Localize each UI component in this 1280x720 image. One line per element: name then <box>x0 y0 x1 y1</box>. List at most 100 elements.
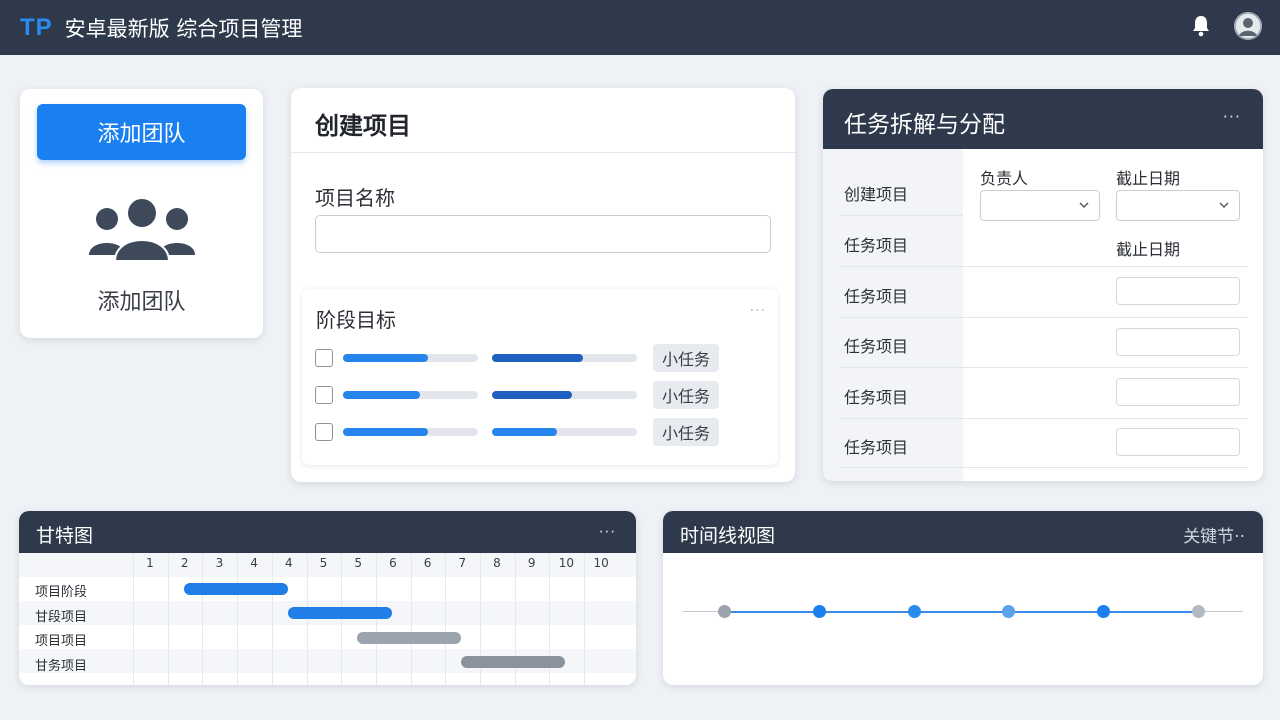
gantt-task-label: 甘务项目 <box>35 659 88 674</box>
timeline-progress-line <box>725 611 1199 613</box>
gantt-bar[interactable] <box>287 607 392 619</box>
gantt-grid-line <box>271 553 273 685</box>
gantt-bar[interactable] <box>183 583 288 595</box>
gantt-task-label: 项目项目 <box>35 634 88 649</box>
task-row-label: 任务项目 <box>844 236 909 255</box>
project-name-input[interactable] <box>315 215 771 253</box>
gantt-grid-line <box>133 553 134 685</box>
row-divider <box>841 317 1248 318</box>
user-avatar-icon[interactable] <box>1234 12 1262 40</box>
stage-checkbox[interactable] <box>315 386 333 404</box>
team-card: 添加团队 添加团队 <box>20 89 263 338</box>
progress-track <box>492 391 637 399</box>
team-icon <box>87 197 197 263</box>
timeline-node[interactable] <box>1097 605 1111 618</box>
gantt-grid-line <box>341 553 343 685</box>
progress-fill <box>343 428 429 436</box>
stage-checkbox[interactable] <box>315 423 333 441</box>
progress-track <box>343 428 478 436</box>
team-label: 添加团队 <box>97 290 186 315</box>
gantt-day-label: 7 <box>458 556 467 570</box>
gantt-day-label: 4 <box>250 556 258 570</box>
timeline-header: 时间线视图 关键节·· <box>663 511 1263 553</box>
divider <box>291 152 795 153</box>
progress-track <box>492 354 637 362</box>
owner-column-header: 负责人 <box>980 169 1029 188</box>
app-title: 安卓最新版 综合项目管理 <box>64 16 303 41</box>
task-assignment-card: 任务拆解与分配 ··· 负责人 截止日期 截止日期 创建项目 任务项目 任务项目… <box>823 89 1263 481</box>
more-icon[interactable]: ··· <box>599 523 616 541</box>
gantt-row-bg <box>19 577 636 601</box>
task-row-label: 任务项目 <box>844 388 909 407</box>
progress-fill <box>492 428 558 436</box>
progress-fill <box>343 354 429 362</box>
task-assignment-header: 任务拆解与分配 ··· <box>823 89 1263 149</box>
gantt-task-label: 项目阶段 <box>35 585 88 600</box>
row-divider <box>841 418 1248 419</box>
row-divider <box>841 367 1248 368</box>
gantt-grid-line <box>584 553 586 685</box>
chevron-down-icon <box>1219 202 1229 209</box>
timeline-node[interactable] <box>718 605 731 618</box>
project-name-label: 项目名称 <box>315 186 395 210</box>
timeline-node[interactable] <box>812 605 826 618</box>
progress-track <box>492 428 637 436</box>
gantt-day-label: 3 <box>215 556 224 570</box>
timeline-node[interactable] <box>907 605 921 618</box>
key-nodes-link[interactable]: 关键节·· <box>1183 522 1245 547</box>
gantt-card: 甘特图 ··· 1 2 3 4 4 5 5 6 6 7 8 9 10 10 项目阶段 甘段项目 项目项目 … <box>19 511 636 685</box>
stage-checkbox[interactable] <box>315 349 333 367</box>
gantt-bar[interactable] <box>357 632 462 644</box>
stage-goals-title: 阶段目标 <box>316 308 396 332</box>
task-row-label: 创建项目 <box>844 185 909 204</box>
gantt-header: 甘特图 ··· <box>19 511 636 553</box>
gantt-title: 甘特图 <box>36 525 94 547</box>
due-date-select[interactable] <box>1116 190 1240 221</box>
timeline-title: 时间线视图 <box>680 525 776 547</box>
owner-select[interactable] <box>980 190 1100 221</box>
progress-track <box>343 354 478 362</box>
row-divider <box>841 215 963 216</box>
gantt-day-label: 5 <box>319 556 328 570</box>
gantt-grid-line <box>306 553 308 685</box>
stage-row: 小任务 <box>315 381 755 409</box>
gantt-grid-line <box>445 553 447 685</box>
topbar-actions <box>1190 12 1262 40</box>
top-bar: TP 安卓最新版 综合项目管理 <box>0 0 1280 55</box>
gantt-row-bg <box>19 625 636 649</box>
gantt-day-label: 8 <box>493 556 501 570</box>
gantt-grid-line <box>202 553 204 685</box>
subtask-tag[interactable]: 小任务 <box>653 418 719 446</box>
gantt-grid-line <box>167 553 169 685</box>
progress-fill <box>492 354 584 362</box>
stage-row: 小任务 <box>315 418 755 446</box>
due-date-input[interactable] <box>1116 277 1240 305</box>
gantt-day-label: 9 <box>527 556 536 570</box>
progress-fill <box>492 391 572 399</box>
create-project-card: 创建项目 项目名称 阶段目标 ··· 小任务 小任务 小任务 <box>291 88 795 482</box>
more-icon[interactable]: ··· <box>750 303 766 319</box>
due-date-input[interactable] <box>1116 378 1240 406</box>
create-project-title: 创建项目 <box>315 112 411 140</box>
bell-icon[interactable] <box>1190 12 1212 40</box>
task-row-label: 任务项目 <box>844 438 909 457</box>
subtask-tag[interactable]: 小任务 <box>653 381 719 409</box>
due-date-input[interactable] <box>1116 428 1240 456</box>
timeline-node[interactable] <box>1002 605 1016 618</box>
add-team-button[interactable]: 添加团队 <box>37 104 246 160</box>
task-row-label: 任务项目 <box>844 287 909 306</box>
progress-track <box>343 391 478 399</box>
more-icon[interactable]: ··· <box>1223 107 1241 126</box>
gantt-task-label: 甘段项目 <box>35 610 88 625</box>
row-divider <box>841 467 1248 468</box>
timeline-node[interactable] <box>1192 605 1205 618</box>
subtask-tag[interactable]: 小任务 <box>653 344 719 372</box>
stage-row: 小任务 <box>315 344 755 372</box>
gantt-bar[interactable] <box>461 656 566 668</box>
gantt-day-label: 2 <box>180 556 189 570</box>
gantt-day-label: 10 <box>558 556 575 570</box>
row-divider <box>841 266 1248 267</box>
chevron-down-icon <box>1079 202 1089 209</box>
gantt-day-label: 4 <box>284 556 293 570</box>
due-date-input[interactable] <box>1116 328 1240 356</box>
